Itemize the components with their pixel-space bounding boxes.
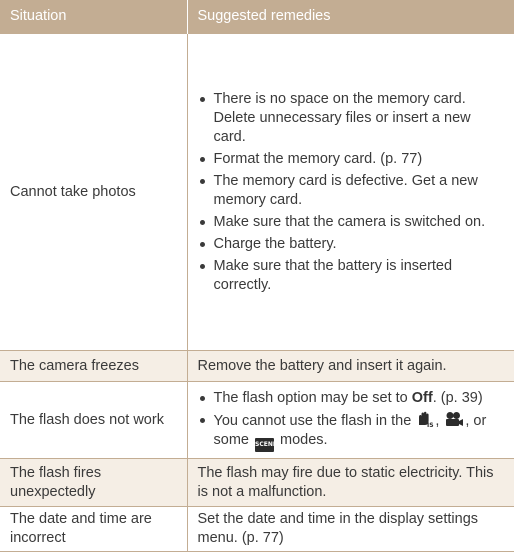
dual-is-hand-icon: IS — [419, 411, 434, 427]
table-row: The flash fires unexpectedly The flash m… — [0, 458, 514, 507]
troubleshooting-table: Situation Suggested remedies Cannot take… — [0, 0, 514, 552]
bullet-icon — [199, 395, 205, 401]
bullet-icon — [199, 263, 205, 269]
movie-camera-icon — [446, 411, 464, 426]
table-header-row: Situation Suggested remedies — [0, 0, 514, 34]
situation-header: Situation — [0, 0, 188, 34]
remedies-list: The flash option may be set to Off. (p. … — [198, 389, 505, 452]
bullet-icon — [199, 96, 205, 102]
remedies-cell: Remove the battery and insert it again. — [187, 350, 514, 382]
list-item: You cannot use the flash in the IS, , or… — [198, 411, 505, 452]
bullet-icon — [199, 178, 205, 184]
list-item: There is no space on the memory card. De… — [198, 90, 505, 147]
situation-cell: The camera freezes — [0, 350, 188, 382]
bullet-icon — [199, 417, 205, 423]
table-row: Cannot take photos There is no space on … — [0, 33, 514, 351]
bullet-icon — [199, 156, 205, 162]
situation-cell: The flash fires unexpectedly — [0, 458, 188, 507]
list-item: Make sure that the battery is inserted c… — [198, 257, 505, 295]
table-row: The flash does not work The flash option… — [0, 381, 514, 459]
list-item: Charge the battery. — [198, 235, 505, 254]
list-item: Format the memory card. (p. 77) — [198, 150, 505, 169]
situation-cell: The flash does not work — [0, 381, 188, 459]
situation-cell: The date and time are incorrect — [0, 506, 188, 552]
situation-cell: Cannot take photos — [0, 33, 188, 351]
remedies-list: There is no space on the memory card. De… — [198, 90, 505, 295]
list-item: Make sure that the camera is switched on… — [198, 213, 505, 232]
bullet-icon — [199, 241, 205, 247]
bullet-icon — [199, 219, 205, 225]
svg-text:IS: IS — [427, 422, 434, 427]
remedies-header: Suggested remedies — [187, 0, 514, 34]
list-item: The memory card is defective. Get a new … — [198, 172, 505, 210]
table-row: The date and time are incorrect Set the … — [0, 506, 514, 552]
table-row: The camera freezes Remove the battery an… — [0, 350, 514, 382]
remedies-cell: The flash may fire due to static electri… — [187, 458, 514, 507]
remedies-cell: Set the date and time in the display set… — [187, 506, 514, 552]
remedies-cell: The flash option may be set to Off. (p. … — [187, 381, 514, 459]
list-item: The flash option may be set to Off. (p. … — [198, 389, 505, 408]
remedies-cell: There is no space on the memory card. De… — [187, 33, 514, 351]
scene-mode-icon: SCENE — [255, 437, 277, 452]
flash-off-option: Off — [411, 389, 433, 406]
